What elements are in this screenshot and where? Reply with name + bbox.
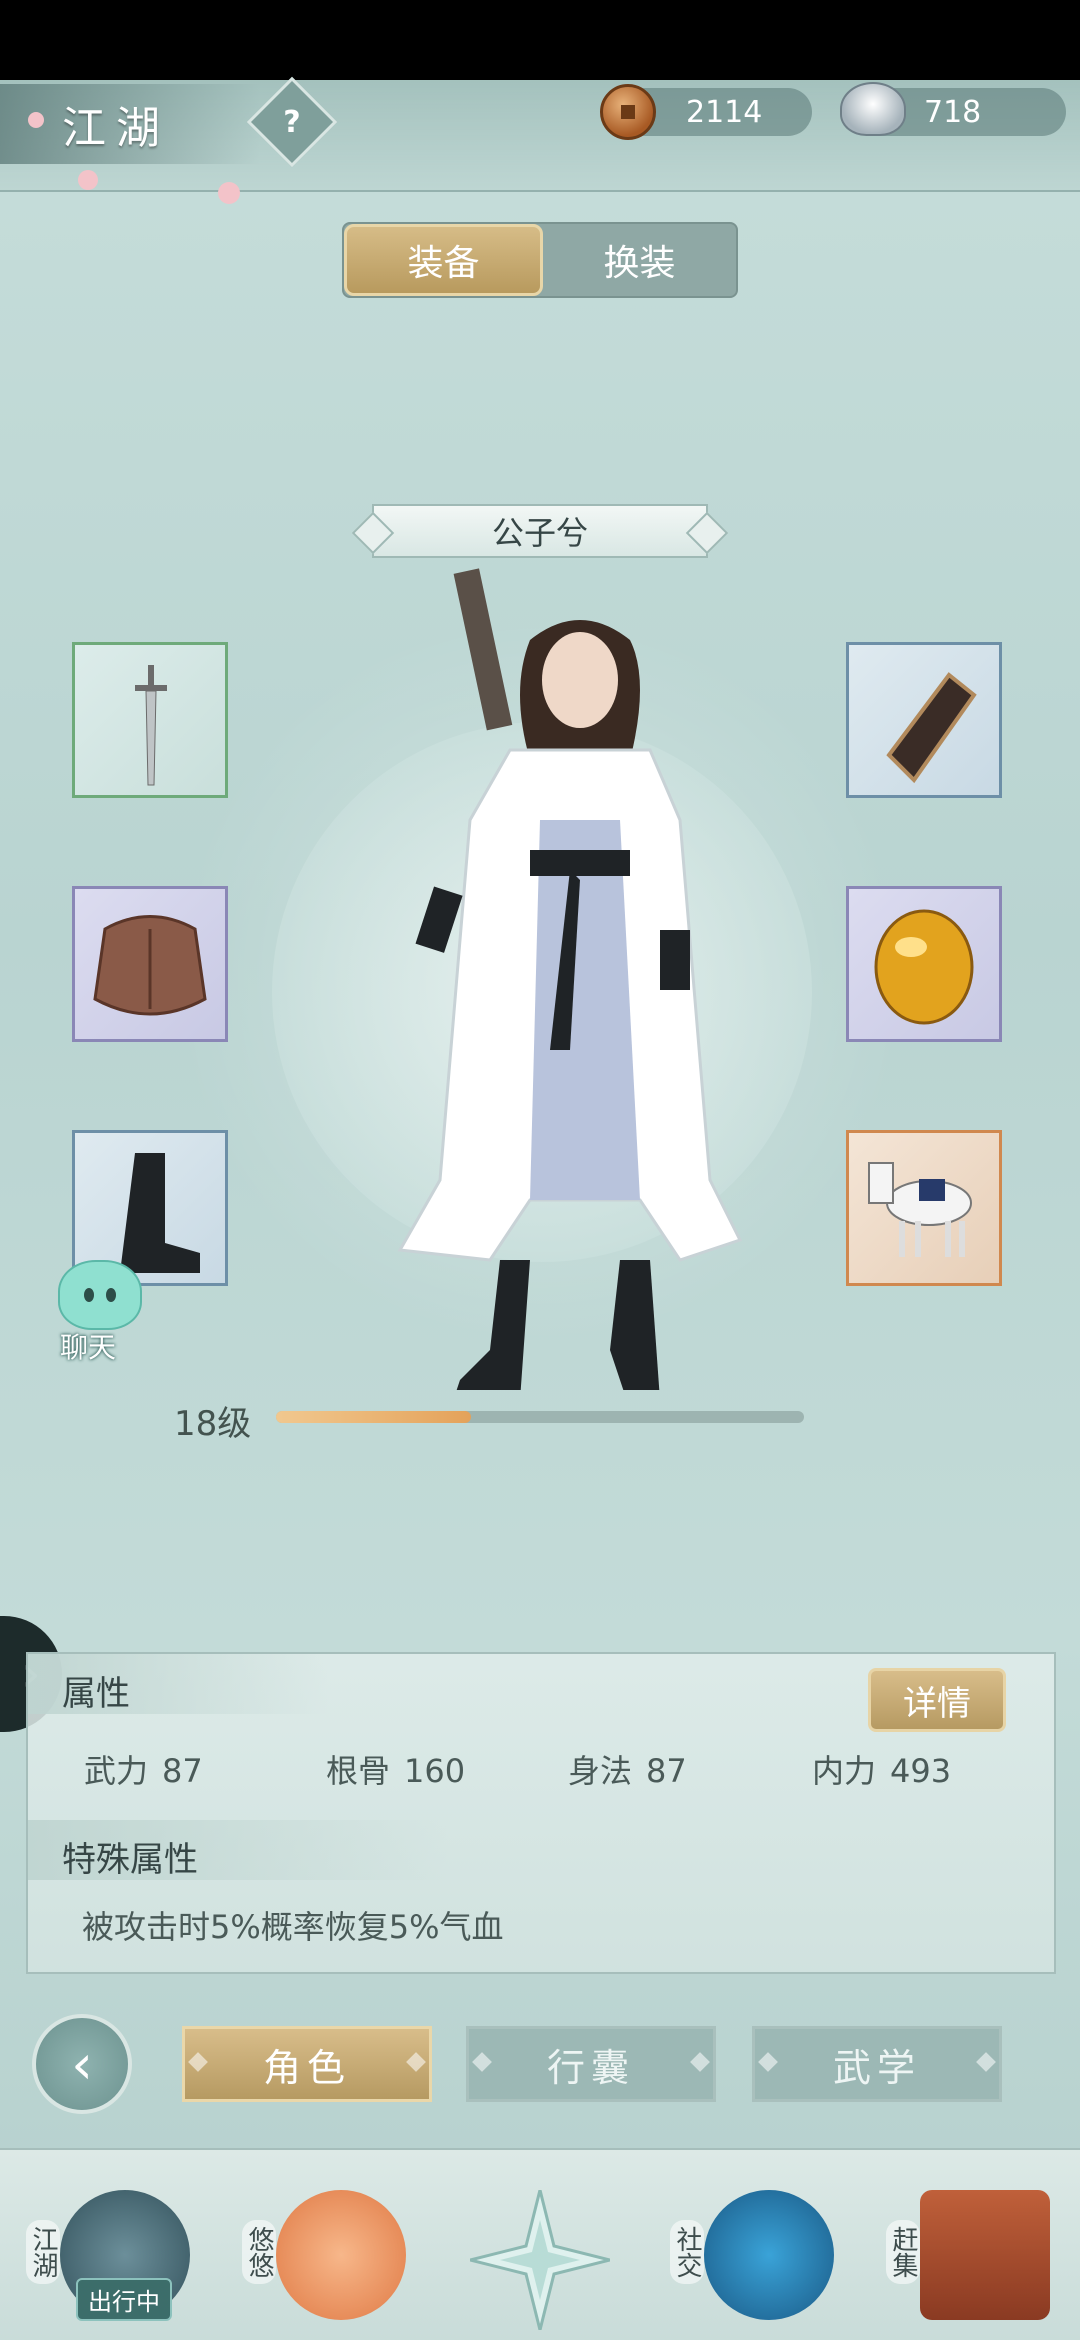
stat-agility: 身法 87: [568, 1746, 687, 1792]
wave-social-icon: [704, 2190, 834, 2320]
blossom-decoration: [78, 170, 98, 190]
traveling-badge: 出行中: [76, 2278, 172, 2321]
accessory-slot[interactable]: [846, 886, 1002, 1042]
tab-character[interactable]: 角色: [182, 2026, 432, 2102]
level-progress-fill: [276, 1411, 472, 1423]
copper-coin-icon: [600, 84, 656, 140]
stat-inner-power: 内力 493: [812, 1746, 951, 1792]
blossom-decoration: [218, 182, 240, 204]
leather-armor-icon: [93, 915, 207, 1016]
stat-value: 87: [646, 1752, 687, 1790]
silver-ingot-icon: [840, 82, 906, 136]
character-name-banner: 公子兮: [372, 504, 708, 558]
dock-item-youyou[interactable]: 悠悠: [236, 2180, 416, 2330]
bracer-icon: [886, 672, 977, 784]
attributes-panel: 属性 详情 武力 87 根骨 160 身法 87 内力 493 特殊属性 被攻击时5%概…: [26, 1652, 1056, 1974]
attributes-title: 属性: [62, 1674, 130, 1714]
white-horse-icon: [868, 1162, 972, 1257]
dock-item-jianghu[interactable]: 江湖 出行中: [20, 2180, 200, 2330]
mount-slot[interactable]: [846, 1130, 1002, 1286]
dock-item-market[interactable]: 赶集: [880, 2180, 1060, 2330]
special-attribute-text: 被攻击时5%概率恢复5%气血: [82, 1908, 504, 1946]
help-icon: ?: [283, 104, 301, 140]
chat-face-icon: [58, 1260, 142, 1330]
back-button[interactable]: ‹: [32, 2014, 132, 2114]
sword-icon: [135, 665, 167, 786]
equip-mode-switch: 装备 换装: [342, 222, 738, 298]
silver-ingot-counter[interactable]: 718: [840, 82, 1066, 136]
back-arrow-icon: ‹: [71, 2032, 93, 2096]
dock-label: 悠悠: [242, 2220, 276, 2284]
tab-equipment[interactable]: 装备: [344, 224, 543, 296]
center-compass-icon[interactable]: [470, 2190, 610, 2330]
stat-constitution: 根骨 160: [326, 1746, 465, 1792]
copper-coin-counter[interactable]: 2114: [600, 84, 812, 140]
copper-coin-value: 2114: [686, 94, 763, 130]
stat-label: 根骨: [326, 1752, 391, 1790]
status-bar: [0, 0, 1080, 80]
dock-label: 江湖: [26, 2220, 60, 2284]
stat-value: 493: [890, 1752, 952, 1790]
weapon-slot[interactable]: [72, 642, 228, 798]
special-attributes-title: 特殊属性: [62, 1840, 198, 1880]
dock-label: 社交: [670, 2220, 704, 2284]
stat-strength: 武力 87: [84, 1746, 203, 1792]
details-button[interactable]: 详情: [868, 1668, 1006, 1732]
character-figure[interactable]: [380, 560, 800, 1390]
silver-ingot-value: 718: [924, 94, 982, 130]
tab-inventory[interactable]: 行囊: [466, 2026, 716, 2102]
dock-item-social[interactable]: 社交: [664, 2180, 844, 2330]
level-label: 18级: [174, 1404, 252, 1444]
bracer-slot[interactable]: [846, 642, 1002, 798]
tab-outfit[interactable]: 换装: [543, 224, 736, 296]
stat-label: 内力: [812, 1752, 877, 1790]
page-title: 江湖: [62, 103, 170, 154]
stat-value: 160: [404, 1752, 466, 1790]
stat-label: 身法: [568, 1752, 633, 1790]
amber-gem-icon: [874, 909, 974, 1025]
dock-label: 赶集: [886, 2220, 920, 2284]
swallow-sun-icon: [276, 2190, 406, 2320]
stat-label: 武力: [84, 1752, 149, 1790]
chat-button[interactable]: 聊天: [40, 1260, 142, 1364]
chat-label: 聊天: [60, 1331, 117, 1364]
stat-value: 87: [162, 1752, 203, 1790]
blossom-decoration: [28, 112, 44, 128]
armor-slot[interactable]: [72, 886, 228, 1042]
tab-martial-arts[interactable]: 武学: [752, 2026, 1002, 2102]
level-progress-bar: [276, 1411, 804, 1423]
market-basket-icon: [920, 2190, 1050, 2320]
